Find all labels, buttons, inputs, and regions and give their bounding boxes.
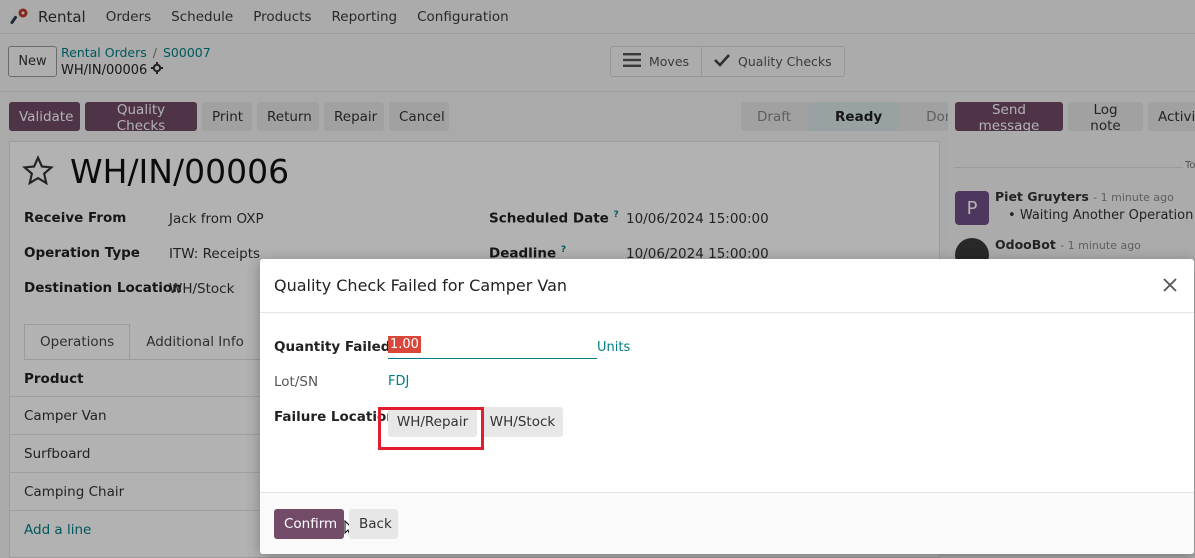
dialog-footer: Confirm Back	[260, 492, 1194, 554]
quantity-failed-label: Quantity Failed	[274, 339, 391, 355]
quality-check-failed-dialog: Quality Check Failed for Camper Van Quan…	[260, 259, 1194, 554]
close-icon[interactable]	[1158, 273, 1182, 297]
lot-sn-value[interactable]: FDJ	[388, 374, 409, 389]
lot-sn-label: Lot/SN	[274, 374, 319, 390]
dialog-title: Quality Check Failed for Camper Van	[274, 276, 568, 295]
dialog-header: Quality Check Failed for Camper Van	[260, 259, 1194, 313]
back-button[interactable]: Back	[349, 509, 398, 539]
units-link[interactable]: Units	[597, 340, 630, 355]
location-wh-stock-button[interactable]: WH/Stock	[482, 407, 563, 437]
highlight-annotation	[378, 407, 484, 450]
quantity-failed-input[interactable]: 1.00	[388, 336, 597, 359]
confirm-button[interactable]: Confirm	[274, 509, 344, 539]
quantity-failed-value: 1.00	[388, 336, 421, 353]
